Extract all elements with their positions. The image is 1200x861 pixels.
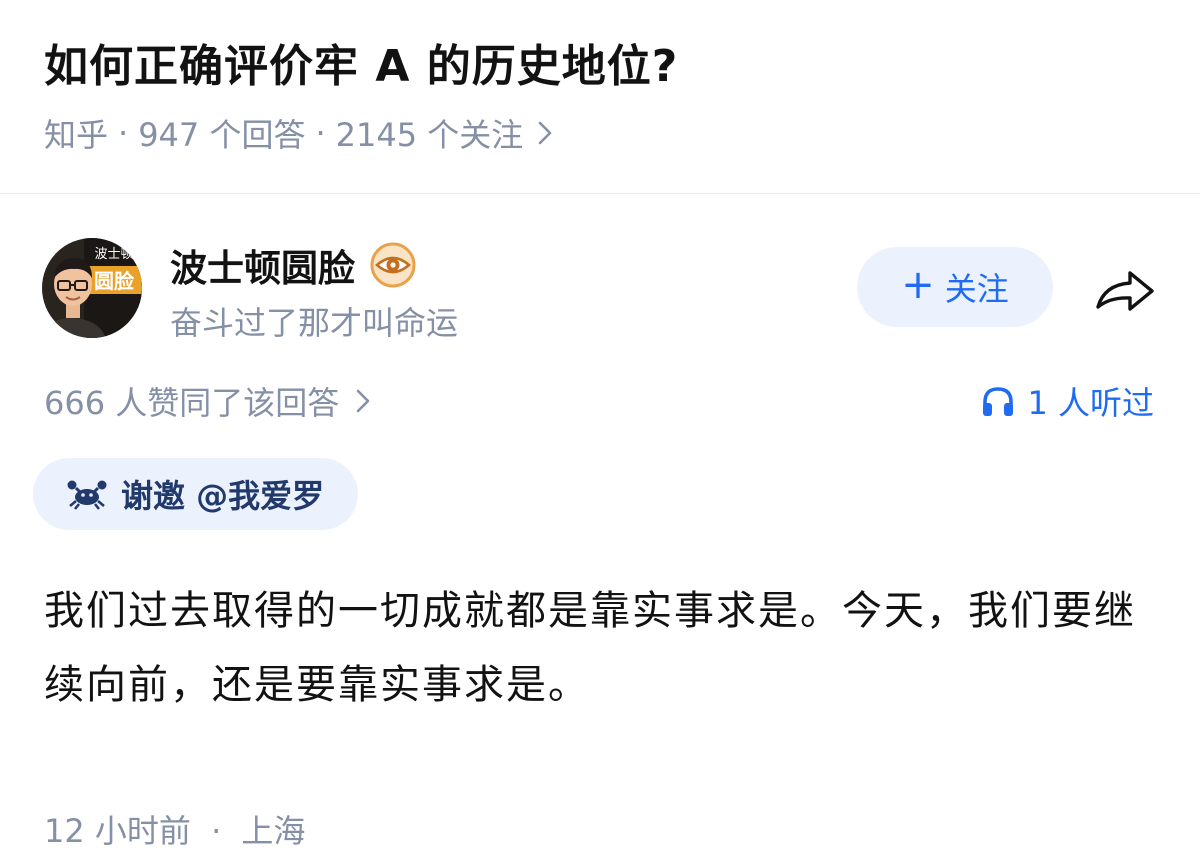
- upvote-summary[interactable]: 666 人赞同了该回答: [44, 378, 371, 424]
- answer-time: 12 小时前: [44, 812, 191, 850]
- follow-button[interactable]: + 关注: [857, 247, 1053, 327]
- author-name[interactable]: 波士顿圆脸: [170, 238, 355, 292]
- listen-info[interactable]: 1 人听过: [981, 378, 1154, 424]
- chevron-right-icon: [537, 120, 553, 146]
- author-name-row[interactable]: 波士顿圆脸: [170, 238, 417, 292]
- followers-count: 2145 个关注: [335, 116, 524, 154]
- headphones-icon: [981, 385, 1015, 417]
- svg-text:波士顿: 波士顿: [94, 247, 133, 262]
- author-bio: 奋斗过了那才叫命运: [170, 304, 459, 342]
- answer-location: 上海: [241, 812, 306, 850]
- answers-count: 947 个回答: [138, 116, 306, 154]
- plus-icon: +: [901, 262, 935, 308]
- source-label: 知乎: [44, 116, 109, 154]
- avatar[interactable]: 波士顿 圆脸: [42, 238, 142, 338]
- crab-icon: [67, 478, 107, 510]
- eye-badge-icon: [369, 241, 417, 289]
- question-meta[interactable]: 知乎 · 947 个回答 · 2145 个关注: [44, 110, 553, 156]
- upvote-count-text: 666 人赞同了该回答: [44, 384, 340, 422]
- question-title[interactable]: 如何正确评价牢 A 的历史地位?: [44, 30, 678, 94]
- meta-separator: ·: [211, 812, 222, 850]
- invite-text: 谢邀 @我爱罗: [121, 477, 325, 515]
- section-divider: [0, 193, 1200, 194]
- share-button[interactable]: [1090, 262, 1160, 318]
- chevron-right-icon: [355, 388, 371, 414]
- meta-separator: ·: [118, 114, 129, 152]
- listened-count-text: 1 人听过: [1027, 384, 1154, 422]
- svg-text:圆脸: 圆脸: [94, 269, 135, 293]
- share-arrow-icon: [1094, 267, 1156, 313]
- invite-chip[interactable]: 谢邀 @我爱罗: [33, 458, 359, 530]
- answer-content[interactable]: 我们过去取得的一切成就都是靠实事求是。今天，我们要继续向前，还是要靠实事求是。: [44, 574, 1154, 722]
- follow-label: 关注: [944, 270, 1009, 308]
- answer-meta: 12 小时前 · 上海: [44, 806, 305, 852]
- meta-separator: ·: [315, 114, 326, 152]
